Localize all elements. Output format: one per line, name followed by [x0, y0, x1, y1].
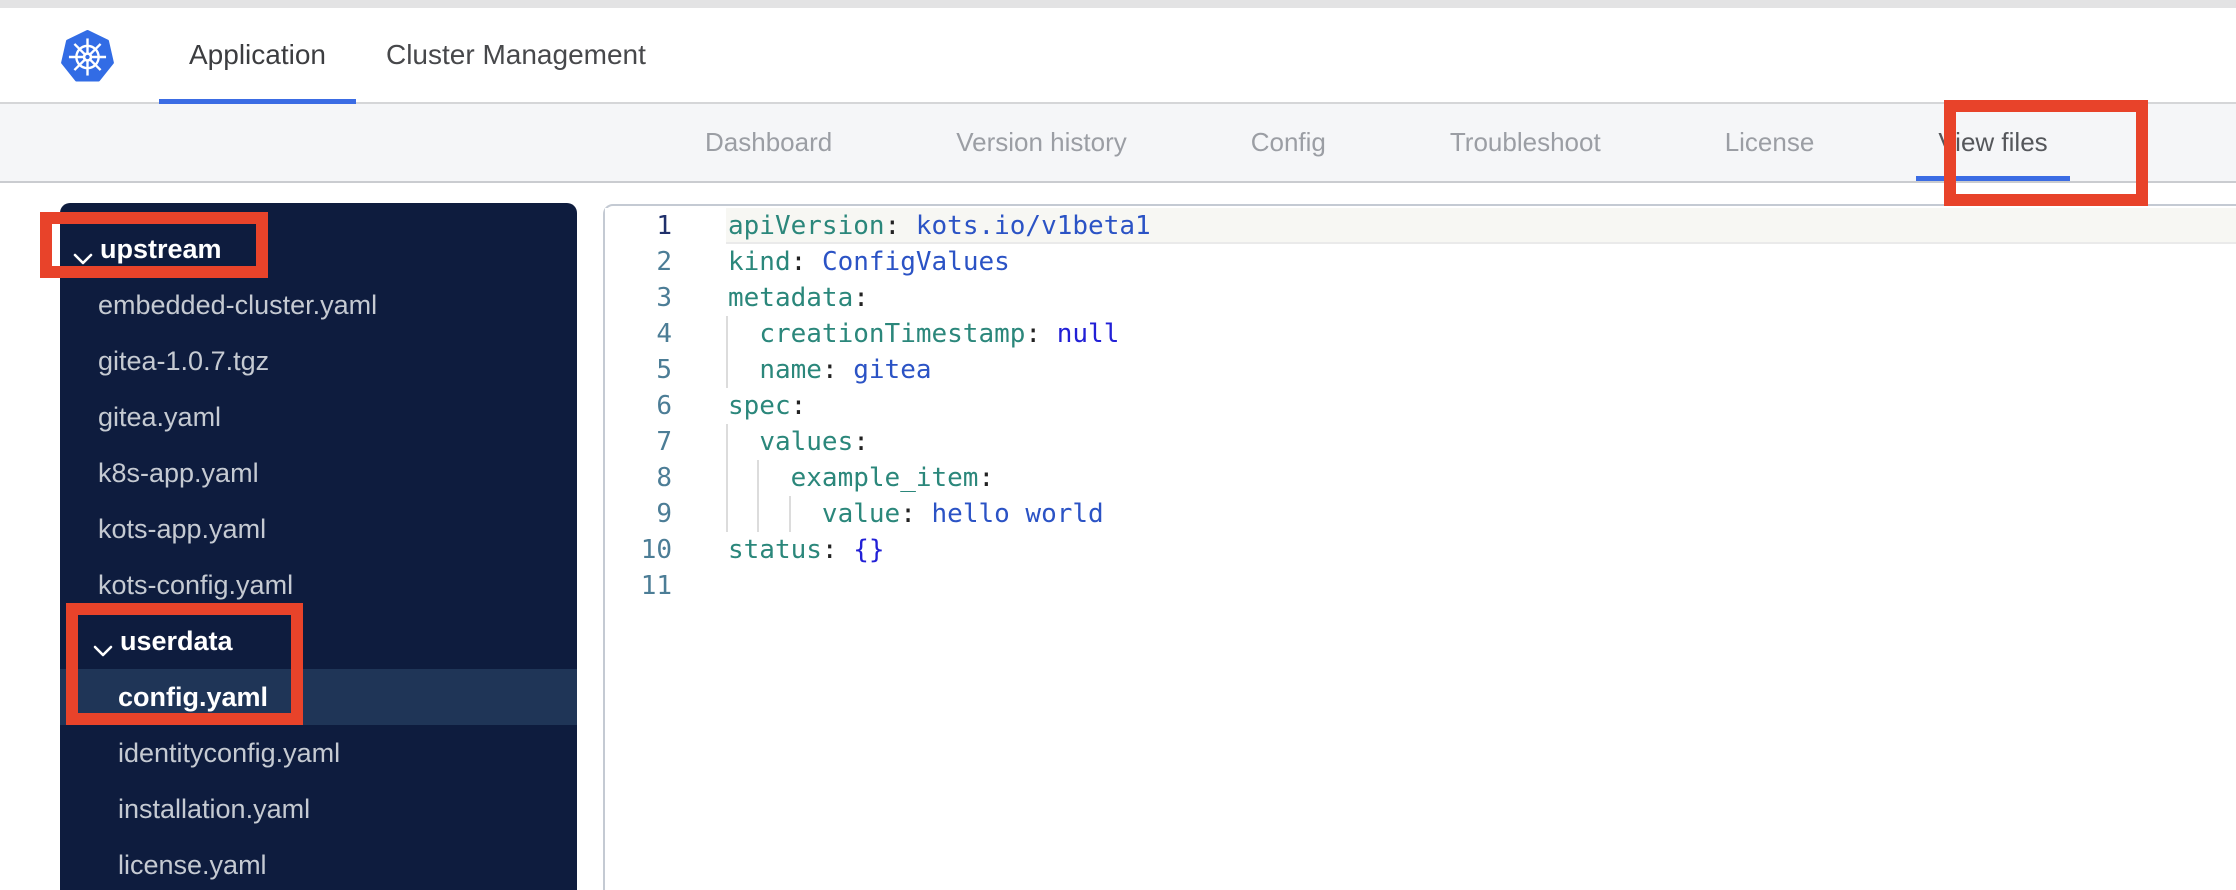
- file-tree-item-upstream[interactable]: upstream: [60, 221, 577, 277]
- topbar-tab-label: Application: [189, 39, 326, 70]
- file-tree-item-config-yaml[interactable]: config.yaml: [60, 669, 577, 725]
- file-tree-item-kots-config-yaml[interactable]: kots-config.yaml: [60, 557, 577, 613]
- file-tree-item-gitea-1-0-7-tgz[interactable]: gitea-1.0.7.tgz: [60, 333, 577, 389]
- nav-tab-troubleshoot[interactable]: Troubleshoot: [1388, 104, 1663, 181]
- top-app-bar: Application Cluster Management: [0, 8, 2236, 104]
- nav-tab-version-history[interactable]: Version history: [894, 104, 1189, 181]
- file-tree-sidebar: upstream embedded-cluster.yaml gitea-1.0.7…: [60, 203, 577, 890]
- code-line-9: 9 value: hello world: [605, 496, 2236, 532]
- file-tree-item-k8s-app-yaml[interactable]: k8s-app.yaml: [60, 445, 577, 501]
- nav-tab-view-files[interactable]: View files: [1876, 104, 2109, 181]
- file-tree-item-installation-yaml[interactable]: installation.yaml: [60, 781, 577, 837]
- code-line-1: 1 apiVersion: kots.io/v1beta1: [605, 208, 2236, 244]
- file-tree-item-license-yaml[interactable]: license.yaml: [60, 837, 577, 890]
- line-number: 1: [605, 208, 672, 244]
- nav-tab-license[interactable]: License: [1663, 104, 1877, 181]
- file-tree-item-label: gitea.yaml: [98, 401, 222, 432]
- file-tree-item-identityconfig-yaml[interactable]: identityconfig.yaml: [60, 725, 577, 781]
- line-number: 11: [605, 568, 672, 604]
- line-number: 2: [605, 244, 672, 280]
- chevron-down-icon: [93, 634, 113, 657]
- file-tree-item-label: embedded-cluster.yaml: [98, 289, 378, 320]
- file-tree-item-label: kots-app.yaml: [98, 513, 267, 544]
- file-tree-item-label: k8s-app.yaml: [98, 457, 259, 488]
- nav-tab-config[interactable]: Config: [1189, 104, 1388, 181]
- code-line-text: apiVersion: kots.io/v1beta1: [672, 208, 2236, 244]
- file-tree-item-label: gitea-1.0.7.tgz: [98, 345, 270, 376]
- top-level-tabs: Application Cluster Management: [159, 8, 676, 104]
- code-line-8: 8 example_item:: [605, 460, 2236, 496]
- nav-tab-label: Config: [1250, 127, 1326, 157]
- nav-tab-label: License: [1724, 127, 1815, 157]
- application-nav-bar: Dashboard Version history Config Troublesho…: [0, 104, 2236, 183]
- code-line-text: example_item:: [672, 460, 2236, 496]
- file-tree-item-userdata[interactable]: userdata: [60, 613, 577, 669]
- line-number: 8: [605, 460, 672, 496]
- code-line-2: 2 kind: ConfigValues: [605, 244, 2236, 280]
- code-line-text: values:: [672, 424, 2236, 460]
- kubernetes-logo-icon: [61, 29, 114, 85]
- line-number: 9: [605, 496, 672, 532]
- code-line-text: spec:: [728, 391, 807, 421]
- file-tree-item-gitea-yaml[interactable]: gitea.yaml: [60, 389, 577, 445]
- file-tree-item-label: identityconfig.yaml: [118, 737, 341, 768]
- file-tree-item-embedded-cluster-yaml[interactable]: embedded-cluster.yaml: [60, 277, 577, 333]
- code-line-7: 7 values:: [605, 424, 2236, 460]
- topbar-tab-application[interactable]: Application: [159, 8, 356, 104]
- code-line-text: metadata:: [728, 283, 869, 313]
- file-tree-item-label: userdata: [120, 625, 233, 656]
- topbar-tab-cluster-management[interactable]: Cluster Management: [356, 8, 676, 102]
- code-line-text: status: {}: [728, 535, 885, 565]
- line-number: 7: [605, 424, 672, 460]
- nav-tab-label: Version history: [956, 127, 1127, 157]
- file-tree-item-label: config.yaml: [118, 681, 269, 712]
- file-tree-item-label: installation.yaml: [118, 793, 311, 824]
- code-line-3: 3 metadata:: [605, 280, 2236, 316]
- file-tree-item-label: kots-config.yaml: [98, 569, 294, 600]
- line-number: 6: [605, 388, 672, 424]
- window-top-edge: [0, 0, 2236, 8]
- code-line-10: 10 status: {}: [605, 532, 2236, 568]
- file-content-editor[interactable]: 1 apiVersion: kots.io/v1beta1 2 kind: Confi…: [603, 204, 2236, 890]
- line-number: 3: [605, 280, 672, 316]
- code-line-6: 6 spec:: [605, 388, 2236, 424]
- code-line-11: 11: [605, 568, 2236, 604]
- code-line-4: 4 creationTimestamp: null: [605, 316, 2236, 352]
- code-line-text: name: gitea: [672, 352, 2236, 388]
- nav-tab-label: Troubleshoot: [1449, 127, 1601, 157]
- nav-tab-dashboard[interactable]: Dashboard: [643, 104, 894, 181]
- nav-tab-label: View files: [1938, 127, 2048, 157]
- nav-tab-label: Dashboard: [705, 127, 833, 157]
- chevron-down-icon: [73, 242, 93, 265]
- code-line-5: 5 name: gitea: [605, 352, 2236, 388]
- file-tree-item-label: upstream: [100, 233, 222, 264]
- topbar-tab-label: Cluster Management: [385, 39, 646, 70]
- line-number: 10: [605, 532, 672, 568]
- file-tree-item-label: license.yaml: [118, 849, 267, 880]
- line-number: 5: [605, 352, 672, 388]
- kots-admin-console: Application Cluster Management Dashboard V…: [0, 0, 2236, 890]
- code-line-text: value: hello world: [672, 496, 2236, 532]
- code-line-text: kind: ConfigValues: [728, 247, 1010, 277]
- code-line-text: [672, 568, 2236, 604]
- file-tree-item-kots-app-yaml[interactable]: kots-app.yaml: [60, 501, 577, 557]
- application-nav-tabs: Dashboard Version history Config Troublesho…: [643, 104, 2110, 181]
- line-number: 4: [605, 316, 672, 352]
- code-line-text: creationTimestamp: null: [672, 316, 2236, 352]
